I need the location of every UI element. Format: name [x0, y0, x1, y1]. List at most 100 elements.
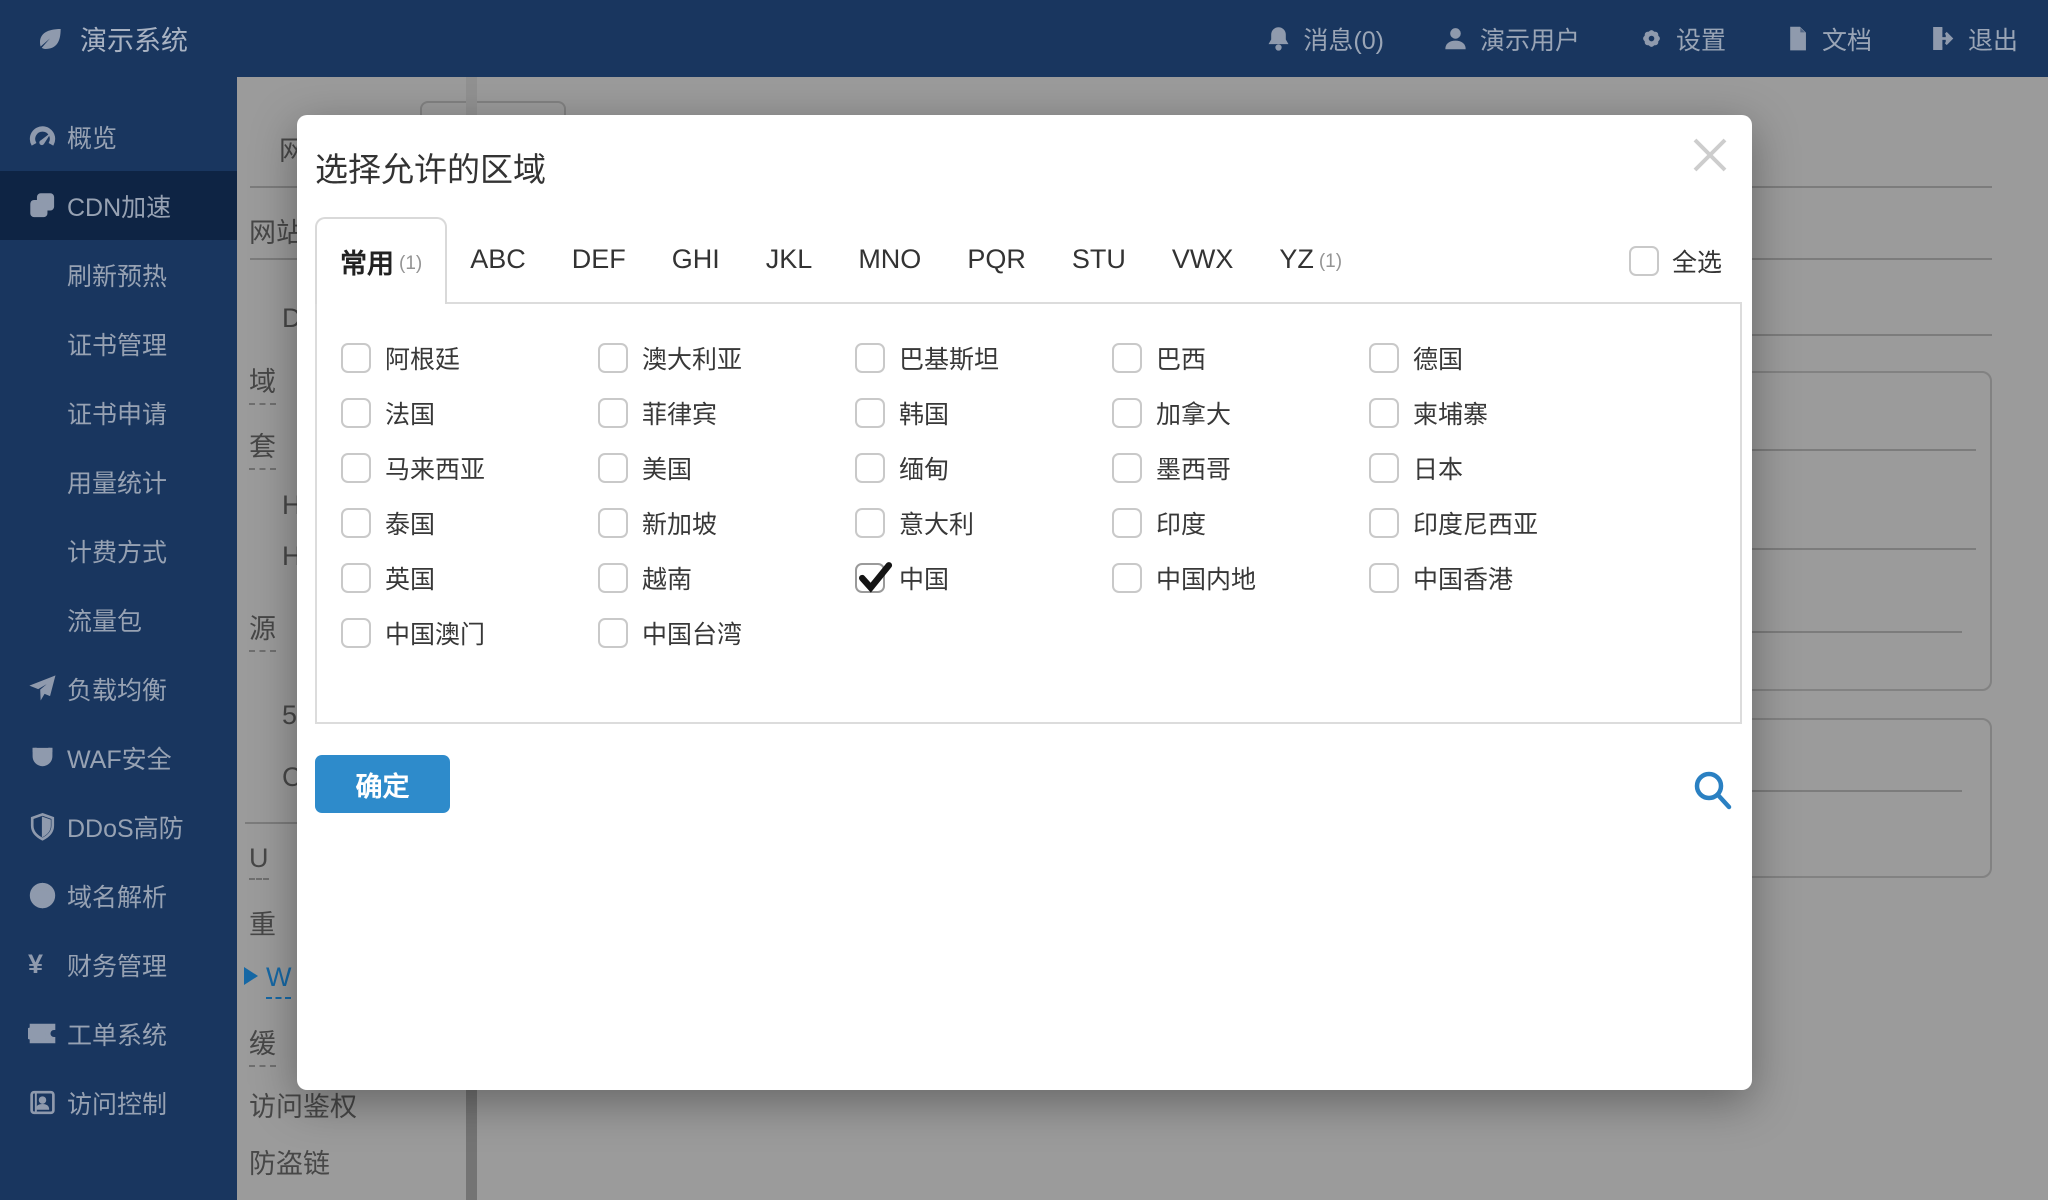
sidebar: 概览 CDN加速 刷新预热 证书管理 证书申请 用量统计 计费方式 流量包 负载… [0, 77, 237, 1200]
tab[interactable]: MNO [835, 217, 944, 302]
region-checkbox-item[interactable]: 意大利 [855, 495, 1112, 550]
checkbox[interactable] [1112, 342, 1142, 373]
sidebar-item[interactable]: 刷新预热 [0, 240, 237, 309]
ghost-label: 访问鉴权 [249, 1092, 357, 1122]
topbar-item[interactable]: 退出 [1930, 21, 2018, 57]
checkbox[interactable] [598, 507, 628, 538]
region-checkbox-item[interactable]: 泰国 [341, 495, 598, 550]
region-checkbox-item[interactable]: 马来西亚 [341, 440, 598, 495]
region-checkbox-item[interactable]: 法国 [341, 385, 598, 440]
checkbox[interactable] [1369, 507, 1399, 538]
tab[interactable]: GHI [649, 217, 743, 302]
checkbox[interactable] [341, 562, 371, 593]
checkbox[interactable] [855, 561, 893, 593]
tab[interactable]: VWX [1149, 217, 1257, 302]
magnet-icon [28, 743, 67, 772]
shield-icon [28, 812, 67, 841]
checkbox[interactable] [855, 397, 885, 428]
sidebar-item[interactable]: CDN加速 [0, 171, 237, 240]
ghost-active-arrow [244, 967, 258, 985]
tab[interactable]: ABC [447, 217, 549, 302]
topbar-item[interactable]: 文档 [1784, 21, 1872, 57]
sidebar-item[interactable]: WAF安全 [0, 723, 237, 792]
sidebar-item[interactable]: 用量统计 [0, 447, 237, 516]
tab[interactable]: YZ (1) [1256, 217, 1365, 302]
checkbox[interactable] [341, 397, 371, 428]
region-checkbox-item[interactable]: 墨西哥 [1112, 440, 1369, 495]
sidebar-item[interactable]: 计费方式 [0, 516, 237, 585]
sidebar-item[interactable]: 流量包 [0, 585, 237, 654]
sidebar-item[interactable]: 负载均衡 [0, 654, 237, 723]
checkbox[interactable] [341, 617, 371, 648]
region-checkbox-item[interactable]: 缅甸 [855, 440, 1112, 495]
region-checkbox-item[interactable]: 加拿大 [1112, 385, 1369, 440]
sidebar-item[interactable]: 证书管理 [0, 309, 237, 378]
checkbox[interactable] [1112, 452, 1142, 483]
topbar-menu: 消息(0) 演示用户 设置 文档 退出 [1265, 21, 2018, 57]
region-checkbox-item[interactable]: 中国澳门 [341, 605, 598, 660]
region-checkbox-item[interactable]: 菲律宾 [598, 385, 855, 440]
tab[interactable]: JKL [743, 217, 836, 302]
close-icon[interactable] [1684, 129, 1736, 181]
region-checkbox-item[interactable]: 中国香港 [1369, 550, 1626, 605]
sidebar-item[interactable]: ¥ 财务管理 [0, 930, 237, 999]
checkbox[interactable] [598, 397, 628, 428]
sidebar-item[interactable]: 工单系统 [0, 999, 237, 1068]
tab[interactable]: DEF [549, 217, 649, 302]
checkbox[interactable] [855, 507, 885, 538]
ghost-label: 重 [249, 910, 276, 940]
region-checkbox-item[interactable]: 中国内地 [1112, 550, 1369, 605]
checkbox[interactable] [855, 342, 885, 373]
checkbox[interactable] [1628, 246, 1659, 276]
sidebar-item[interactable]: DDoS高防 [0, 792, 237, 861]
checkbox[interactable] [855, 452, 885, 483]
region-checkbox-item[interactable]: 澳大利亚 [598, 330, 855, 385]
region-checkbox-item[interactable]: 印度 [1112, 495, 1369, 550]
ghost-label: 缓 [249, 1022, 276, 1067]
region-checkbox-item[interactable]: 韩国 [855, 385, 1112, 440]
topbar-item[interactable]: 设置 [1638, 21, 1726, 57]
select-all-checkbox[interactable]: 全选 [1628, 243, 1722, 279]
checkbox[interactable] [1369, 452, 1399, 483]
region-checkbox-item[interactable]: 中国台湾 [598, 605, 855, 660]
checkbox[interactable] [1369, 342, 1399, 373]
topbar-item[interactable]: 消息(0) [1265, 21, 1384, 57]
checkbox[interactable] [1112, 562, 1142, 593]
region-checkbox-item[interactable]: 新加坡 [598, 495, 855, 550]
checkbox[interactable] [1112, 397, 1142, 428]
search-icon[interactable] [1689, 767, 1737, 815]
checkbox[interactable] [341, 342, 371, 373]
checkbox[interactable] [598, 452, 628, 483]
checkbox[interactable] [598, 342, 628, 373]
region-checkbox-item[interactable]: 巴西 [1112, 330, 1369, 385]
sidebar-item[interactable]: 概览 [0, 102, 237, 171]
confirm-button[interactable]: 确定 [315, 755, 450, 813]
checkbox[interactable] [1369, 562, 1399, 593]
region-checkbox-item[interactable]: 阿根廷 [341, 330, 598, 385]
checkbox[interactable] [1369, 397, 1399, 428]
region-checkbox-item[interactable]: 越南 [598, 550, 855, 605]
region-checkbox-item[interactable]: 美国 [598, 440, 855, 495]
sidebar-item[interactable]: 证书申请 [0, 378, 237, 447]
region-checkbox-item[interactable]: 中国 [855, 550, 1112, 605]
ghost-label: U [249, 843, 269, 880]
region-checkbox-item[interactable]: 英国 [341, 550, 598, 605]
topbar-item[interactable]: 演示用户 [1442, 21, 1580, 57]
checkbox[interactable] [598, 617, 628, 648]
tab[interactable]: STU [1049, 217, 1149, 302]
ghost-label: 套 [249, 425, 276, 470]
region-checkbox-item[interactable]: 柬埔寨 [1369, 385, 1626, 440]
tab[interactable]: 常用 (1) [315, 217, 448, 304]
checkbox[interactable] [341, 507, 371, 538]
sidebar-item[interactable]: 访问控制 [0, 1068, 237, 1137]
region-checkbox-item[interactable]: 印度尼西亚 [1369, 495, 1626, 550]
region-checkbox-item[interactable]: 巴基斯坦 [855, 330, 1112, 385]
region-checkbox-item[interactable]: 日本 [1369, 440, 1626, 495]
checkbox[interactable] [1112, 507, 1142, 538]
tab[interactable]: PQR [944, 217, 1049, 302]
region-checkbox-item[interactable]: 德国 [1369, 330, 1626, 385]
checkbox[interactable] [341, 452, 371, 483]
brand-title: 演示系统 [80, 26, 188, 56]
checkbox[interactable] [598, 562, 628, 593]
sidebar-item[interactable]: 域名解析 [0, 861, 237, 930]
